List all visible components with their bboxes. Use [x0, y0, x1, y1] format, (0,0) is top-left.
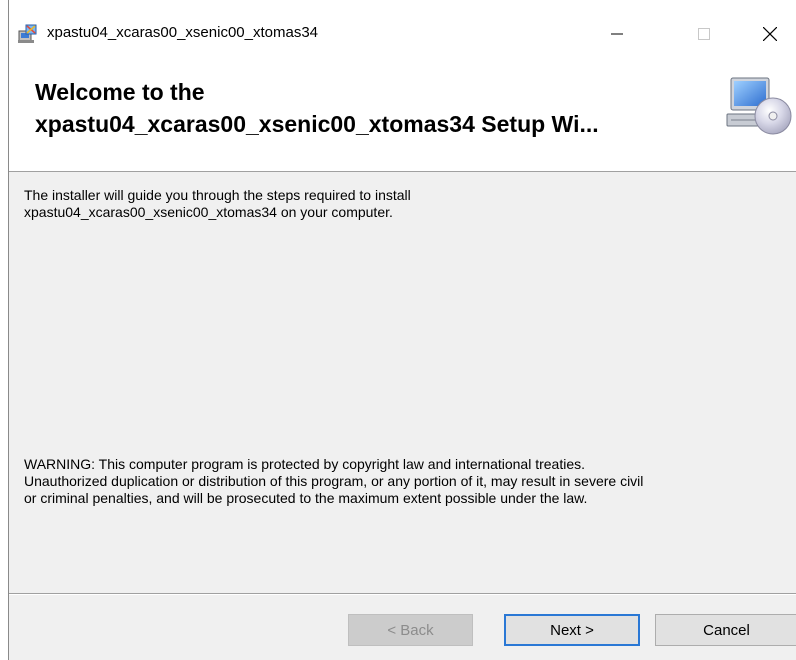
banner-title-line-2: xpastu04_xcaras00_xsenic00_xtomas34 Setu…	[35, 111, 599, 137]
warning-line-3: or criminal penalties, and will be prose…	[24, 490, 588, 506]
intro-text: The installer will guide you through the…	[24, 187, 764, 221]
intro-line-1: The installer will guide you through the…	[24, 187, 411, 203]
maximize-icon	[698, 28, 710, 40]
close-button[interactable]	[747, 14, 793, 54]
title-bar[interactable]: xpastu04_xcaras00_xsenic00_xtomas34	[9, 0, 796, 62]
cancel-button[interactable]: Cancel	[655, 614, 796, 646]
computer-cd-icon	[725, 76, 793, 138]
warning-line-1: WARNING: This computer program is protec…	[24, 456, 586, 472]
button-area-divider	[9, 593, 796, 595]
installer-app-icon	[17, 22, 39, 44]
intro-line-2: xpastu04_xcaras00_xsenic00_xtomas34 on y…	[24, 204, 393, 220]
back-button[interactable]: < Back	[348, 614, 473, 646]
banner-title-line-1: Welcome to the	[35, 79, 205, 105]
copyright-warning: WARNING: This computer program is protec…	[24, 456, 794, 507]
installer-window: xpastu04_xcaras00_xsenic00_xtomas34 Welc…	[8, 0, 796, 660]
minimize-icon	[611, 33, 623, 35]
window-title: xpastu04_xcaras00_xsenic00_xtomas34	[47, 24, 319, 41]
welcome-banner: Welcome to the xpastu04_xcaras00_xsenic0…	[9, 62, 796, 172]
minimize-button[interactable]	[594, 14, 640, 54]
warning-line-2: Unauthorized duplication or distribution…	[24, 473, 644, 489]
dialog-content: The installer will guide you through the…	[9, 173, 796, 588]
banner-title: Welcome to the xpastu04_xcaras00_xsenic0…	[35, 76, 599, 140]
maximize-button[interactable]	[681, 14, 727, 54]
next-button[interactable]: Next >	[504, 614, 640, 646]
close-icon	[763, 27, 777, 41]
